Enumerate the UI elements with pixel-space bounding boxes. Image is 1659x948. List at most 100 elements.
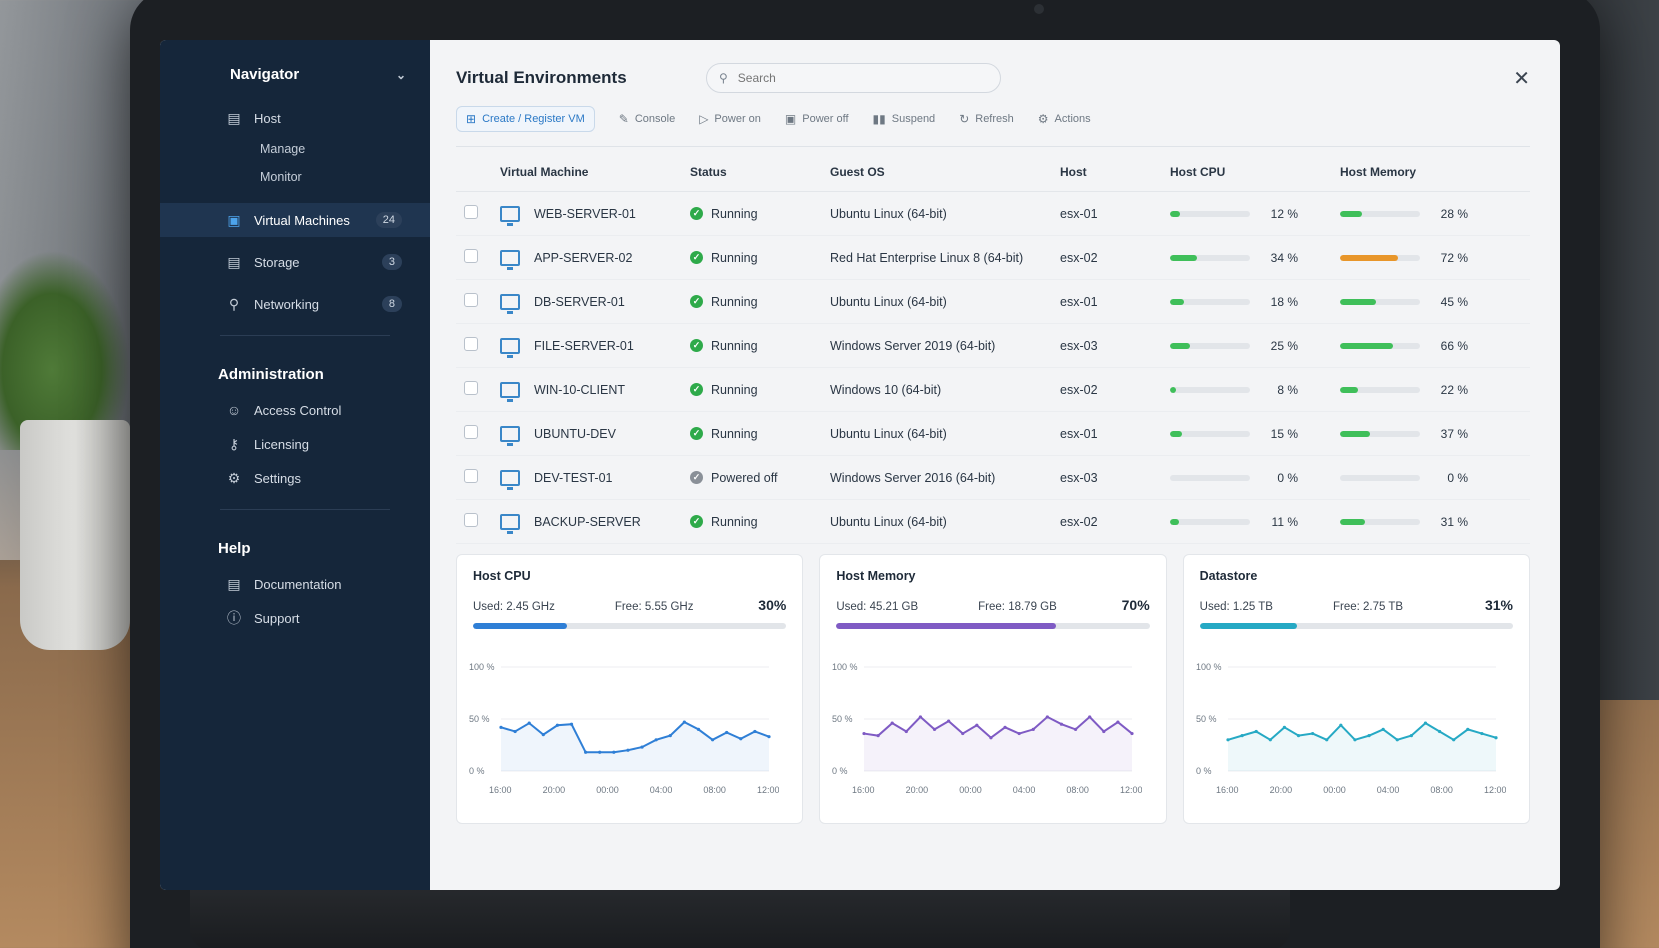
table-row[interactable]: FILE-SERVER-01 ✓ Running Windows Server … [456,323,1530,368]
table-row[interactable]: APP-SERVER-02 ✓ Running Red Hat Enterpri… [456,235,1530,280]
suspend-button[interactable]: ▮▮ Suspend [873,112,936,126]
cpu-usage-fill [1170,210,1180,217]
usage-point [1296,734,1300,738]
page-title: Virtual Environments [456,68,627,87]
table-row[interactable]: BACKUP-SERVER ✓ Running Ubuntu Linux (64… [456,499,1530,544]
sidebar-item-virtual-machines[interactable]: ▣ Virtual Machines 24 [160,203,430,237]
button-label: Refresh [975,113,1014,125]
actions-button[interactable]: ⚙ Actions [1038,112,1091,126]
stop-icon: ▣ [784,112,797,126]
usage-point [739,737,743,741]
power-on-button[interactable]: ▷ Power on [699,112,761,126]
usage-percent: 70% [1121,597,1150,613]
usage-point [1465,727,1470,731]
memory-usage-fill [1340,386,1358,393]
guest-os: Windows 10 (64-bit) [822,367,1052,412]
usage-point [541,733,545,737]
x-tick-label: 00:00 [1323,785,1346,795]
row-cell-select [456,455,492,500]
table-row[interactable]: DEV-TEST-01 ✓ Powered off Windows Server… [456,455,1530,500]
column-guest-os[interactable]: Guest OS [822,151,1052,192]
column-status[interactable]: Status [682,151,822,192]
navigator-header[interactable]: Navigator ⌄ [160,66,430,83]
row-cell-status: ✓ Running [682,279,822,324]
vm-name[interactable]: BACKUP-SERVER [534,515,641,529]
column-host[interactable]: Host [1052,151,1162,192]
main-content: Virtual Environments ⚲ ✕ ⊞ Create / Regi… [430,40,1560,890]
usage-point [933,727,937,731]
datastore-card: Datastore Used: 1.25 TB Free: 2.75 TB 31… [1182,554,1530,824]
add-icon: ⊞ [466,112,477,126]
close-icon[interactable]: ✕ [1513,66,1530,91]
vm-name[interactable]: DEV-TEST-01 [534,471,613,485]
select-column [456,151,492,192]
column-host-cpu[interactable]: Host CPU [1162,151,1332,192]
sidebar-item-storage[interactable]: ▤ Storage 3 [160,245,430,279]
usage-point [1240,734,1244,738]
table-header-row: Virtual Machine Status Guest OS Host Hos… [456,151,1530,192]
sidebar-item-host[interactable]: ▤ Host [160,101,430,135]
row-cell-status: ✓ Running [682,499,822,544]
usage-point [947,719,951,723]
chevron-down-icon[interactable]: ⌄ [396,68,406,82]
usage-point [1254,729,1258,734]
search-box[interactable]: ⚲ [706,63,1001,93]
table-row[interactable]: WEB-SERVER-01 ✓ Running Ubuntu Linux (64… [456,191,1530,236]
power-off-button[interactable]: ▣ Power off [785,112,849,126]
sidebar-item-documentation[interactable]: ▤ Documentation [160,567,430,601]
usage-point [1367,734,1371,738]
usage-point [1494,736,1498,740]
divider [456,146,1530,147]
row-checkbox[interactable] [464,425,478,439]
row-checkbox[interactable] [464,249,478,263]
row-checkbox[interactable] [464,337,478,351]
row-cell-name: UBUNTU-DEV [492,411,682,456]
x-tick-label: 08:00 [1067,785,1090,795]
status-text: Running [711,250,758,265]
monitor-icon [500,381,520,402]
status-text: Running [711,514,758,529]
memory-usage-fill [1340,342,1393,349]
gear-icon: ⚙ [1037,112,1049,126]
sidebar-item-settings[interactable]: ⚙ Settings [160,461,430,495]
check-circle-icon: ✓ [690,295,703,308]
row-checkbox[interactable] [464,513,478,527]
sidebar-item-monitor[interactable]: Monitor [160,163,430,191]
row-checkbox[interactable] [464,381,478,395]
cpu-percent: 12 % [1270,206,1298,221]
vm-name[interactable]: WIN-10-CLIENT [534,383,625,397]
play-icon: ▷ [699,112,709,126]
create-register-vm-button[interactable]: ⊞ Create / Register VM [456,106,595,132]
sidebar-item-networking[interactable]: ⚲ Networking 8 [160,287,430,321]
vm-name[interactable]: UBUNTU-DEV [534,427,616,441]
button-label: Power off [802,113,849,125]
row-checkbox[interactable] [464,205,478,219]
vm-name[interactable]: DB-SERVER-01 [534,295,625,309]
sidebar-item-support[interactable]: ⓘ Support [160,601,430,635]
table-row[interactable]: WIN-10-CLIENT ✓ Running Windows 10 (64-b… [456,367,1530,412]
vm-name[interactable]: FILE-SERVER-01 [534,339,634,353]
sidebar-item-licensing[interactable]: ⚷ Licensing [160,427,430,461]
table-row[interactable]: DB-SERVER-01 ✓ Running Ubuntu Linux (64-… [456,279,1530,324]
row-checkbox[interactable] [464,469,478,483]
check-circle-icon: ✓ [690,383,703,396]
usage-point [1003,725,1007,729]
table-row[interactable]: UBUNTU-DEV ✓ Running Ubuntu Linux (64-bi… [456,411,1530,456]
column-virtual-machine[interactable]: Virtual Machine [492,151,682,192]
usage-point [584,750,588,754]
search-input[interactable] [737,71,968,85]
vm-name[interactable]: APP-SERVER-02 [534,251,632,265]
storage-icon: ▤ [227,253,241,270]
top-bar: Virtual Environments ⚲ ✕ [456,58,1530,98]
usage-point [919,715,923,719]
console-button[interactable]: ✎ Console [619,112,675,126]
sidebar-item-manage[interactable]: Manage [160,135,430,163]
cpu-usage-fill [1170,518,1179,525]
row-cell-name: FILE-SERVER-01 [492,323,682,368]
row-checkbox[interactable] [464,293,478,307]
refresh-button[interactable]: ↻ Refresh [959,112,1014,126]
vm-name[interactable]: WEB-SERVER-01 [534,207,636,221]
sidebar-item-access-control[interactable]: ☺ Access Control [160,393,430,427]
row-cell-status: ✓ Running [682,323,822,368]
column-host-memory[interactable]: Host Memory [1332,151,1530,192]
